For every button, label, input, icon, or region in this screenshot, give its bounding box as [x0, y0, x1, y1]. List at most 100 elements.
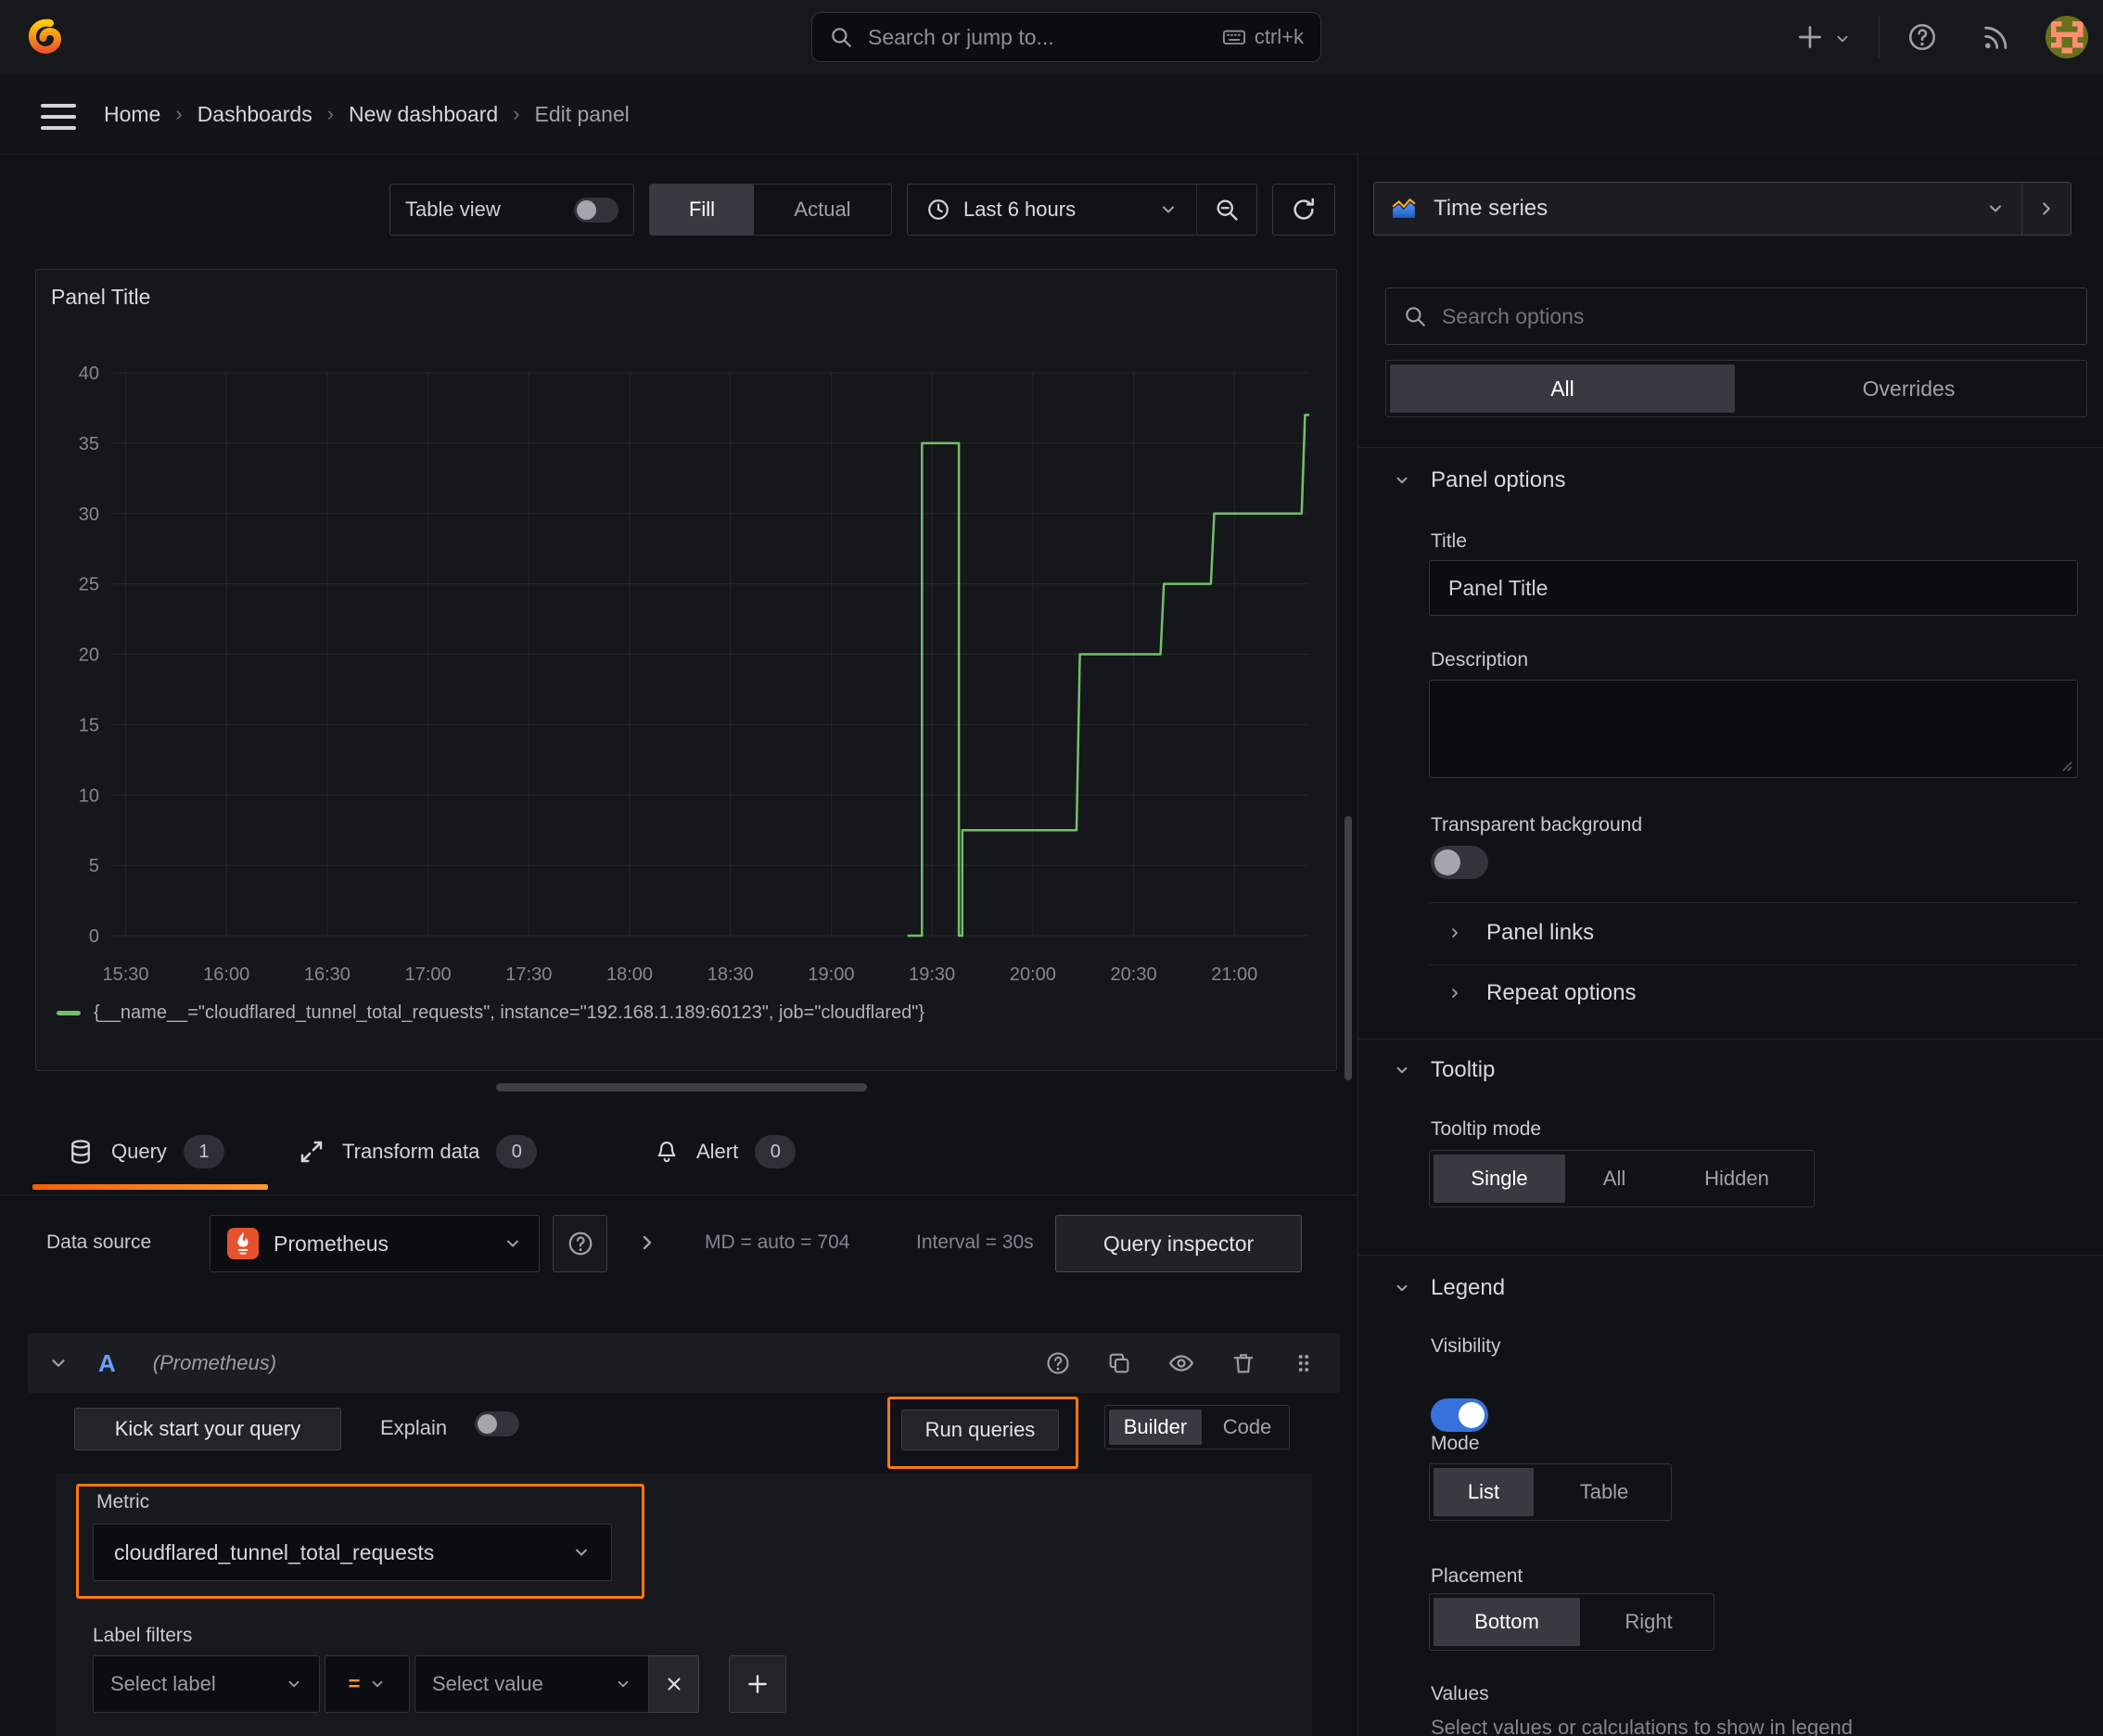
tab-alert[interactable]: Alert 0 [654, 1124, 797, 1180]
query-row-collapse-chevron-down-icon[interactable] [48, 1353, 69, 1373]
grafana-edit-panel-page: ctrl+k [0, 0, 2103, 1736]
description-textarea[interactable] [1429, 680, 2078, 778]
select-value-dropdown[interactable]: Select value [414, 1655, 649, 1713]
grafana-logo-icon[interactable] [26, 15, 70, 59]
query-row-header[interactable]: A (Prometheus) [28, 1334, 1340, 1393]
metric-value: cloudflared_tunnel_total_requests [114, 1539, 435, 1564]
add-new-button[interactable] [1795, 22, 1825, 52]
chevron-right-icon [1447, 925, 1462, 940]
collapse-options-chevron-right-icon[interactable] [2022, 183, 2071, 235]
time-range-label: Last 6 hours [963, 198, 1077, 221]
transparent-background-toggle[interactable] [1431, 846, 1488, 879]
explain-toggle[interactable] [475, 1411, 519, 1436]
operator-chevron-down-icon [369, 1676, 386, 1692]
toggle-visibility-eye-icon[interactable] [1167, 1349, 1195, 1377]
datasource-help-icon[interactable] [553, 1215, 607, 1272]
textarea-resize-corner-icon[interactable] [2056, 755, 2074, 773]
time-range-picker[interactable]: Last 6 hours [908, 198, 1196, 222]
svg-text:16:00: 16:00 [203, 964, 249, 985]
refresh-icon[interactable] [1272, 184, 1335, 236]
breadcrumb-home[interactable]: Home [104, 102, 160, 127]
legend-section-header[interactable]: Legend [1394, 1275, 1505, 1301]
legend-values-hint: Select values or calculations to show in… [1431, 1716, 1853, 1736]
tab-transform-data[interactable]: Transform data 0 [298, 1124, 538, 1180]
tooltip-all-option[interactable]: All [1569, 1151, 1660, 1206]
panel-links-section-header[interactable]: Panel links [1447, 920, 1594, 946]
news-rss-icon[interactable] [1981, 21, 2012, 53]
svg-text:25: 25 [79, 575, 99, 595]
svg-text:20: 20 [79, 645, 99, 666]
chevron-down-icon [1394, 1062, 1410, 1079]
stat-max-data-points: MD = auto = 704 [705, 1232, 850, 1253]
chart-legend[interactable]: {__name__="cloudflared_tunnel_total_requ… [57, 1002, 924, 1024]
run-queries-button[interactable]: Run queries [901, 1410, 1059, 1450]
mode-list-option[interactable]: List [1434, 1468, 1534, 1516]
tab-alert-label: Alert [696, 1140, 739, 1163]
kick-start-query-button[interactable]: Kick start your query [74, 1408, 341, 1450]
tab-query[interactable]: Query 1 [67, 1124, 224, 1180]
query-inspector-button[interactable]: Query inspector [1055, 1215, 1302, 1272]
add-filter-plus-icon[interactable] [729, 1655, 786, 1713]
menu-hamburger-icon[interactable] [41, 96, 76, 137]
add-new-chevron-down-icon[interactable] [1834, 31, 1851, 47]
svg-text:20:00: 20:00 [1010, 964, 1056, 985]
panel-title: Panel Title [51, 285, 151, 309]
search-icon [829, 25, 853, 49]
fill-option[interactable]: Fill [650, 185, 754, 235]
repeat-options-section-header[interactable]: Repeat options [1447, 980, 1636, 1006]
legend-visibility-toggle[interactable] [1431, 1398, 1488, 1432]
time-range-chevron-down-icon [1159, 200, 1178, 219]
metric-select[interactable]: cloudflared_tunnel_total_requests [93, 1524, 612, 1581]
placement-bottom-option[interactable]: Bottom [1434, 1598, 1580, 1646]
actual-option[interactable]: Actual [754, 185, 891, 235]
duplicate-query-copy-icon[interactable] [1106, 1350, 1132, 1376]
search-options-box[interactable] [1385, 287, 2087, 345]
panel-preview[interactable]: Panel Title 0 5 10 15 20 25 30 35 40 15:30 16:00 16… [35, 269, 1337, 1071]
select-label-dropdown[interactable]: Select label [93, 1655, 320, 1713]
tooltip-hidden-option[interactable]: Hidden [1660, 1151, 1814, 1206]
legend-mode-switch: List Table [1429, 1463, 1672, 1521]
zoom-out-time-icon[interactable] [1197, 185, 1256, 235]
builder-option[interactable]: Builder [1109, 1410, 1202, 1445]
user-avatar[interactable] [2046, 16, 2088, 58]
tooltip-single-option[interactable]: Single [1434, 1155, 1565, 1203]
visualization-select[interactable]: Time series [1374, 196, 2021, 222]
query-options-expander-chevron-right-icon[interactable] [636, 1232, 658, 1254]
placement-right-option[interactable]: Right [1584, 1594, 1714, 1650]
code-option[interactable]: Code [1205, 1406, 1289, 1449]
breadcrumb-bar: Home › Dashboards › New dashboard › Edit… [0, 74, 2103, 207]
chevron-down-icon [1394, 472, 1410, 489]
top-nav-bar: ctrl+k [0, 0, 2103, 75]
svg-text:5: 5 [89, 856, 99, 876]
data-source-picker[interactable]: Prometheus [210, 1215, 540, 1272]
tab-all[interactable]: All [1390, 364, 1735, 413]
search-options-input[interactable] [1440, 302, 2070, 330]
panel-options-title: Panel options [1431, 467, 1566, 492]
tab-overrides[interactable]: Overrides [1735, 364, 2083, 413]
drag-handle-grip-icon[interactable] [1292, 1351, 1316, 1375]
table-view-toggle[interactable] [574, 197, 618, 223]
remove-filter-x-icon[interactable] [649, 1655, 699, 1713]
legend-series-label[interactable]: {__name__="cloudflared_tunnel_total_requ… [94, 1002, 924, 1024]
query-help-icon[interactable] [1045, 1350, 1071, 1376]
time-series-chart[interactable]: 0 5 10 15 20 25 30 35 40 15:30 16:00 16:30 17:00 17:3… [45, 353, 1329, 1002]
explain-label: Explain [380, 1416, 448, 1439]
operator-dropdown[interactable]: = [325, 1655, 410, 1713]
svg-text:30: 30 [79, 504, 99, 525]
mode-table-option[interactable]: Table [1537, 1464, 1671, 1520]
builder-code-switch: Builder Code [1104, 1405, 1290, 1449]
main-scrollbar[interactable] [1345, 816, 1352, 1080]
breadcrumb-dashboards[interactable]: Dashboards [198, 102, 312, 127]
tooltip-section-header[interactable]: Tooltip [1394, 1057, 1495, 1083]
panel-title-input[interactable] [1429, 560, 2078, 616]
panel-resize-handle[interactable] [496, 1083, 867, 1091]
breadcrumb-new-dashboard[interactable]: New dashboard [349, 102, 498, 127]
panel-options-section-header[interactable]: Panel options [1394, 467, 1565, 493]
search-input[interactable] [866, 23, 1208, 51]
tab-query-label: Query [111, 1140, 167, 1163]
global-search-input[interactable]: ctrl+k [811, 12, 1321, 62]
help-icon[interactable] [1906, 21, 1938, 53]
select-value-group: Select value [414, 1655, 699, 1713]
fill-actual-switch: Fill Actual [649, 184, 892, 236]
delete-query-trash-icon[interactable] [1230, 1350, 1256, 1376]
